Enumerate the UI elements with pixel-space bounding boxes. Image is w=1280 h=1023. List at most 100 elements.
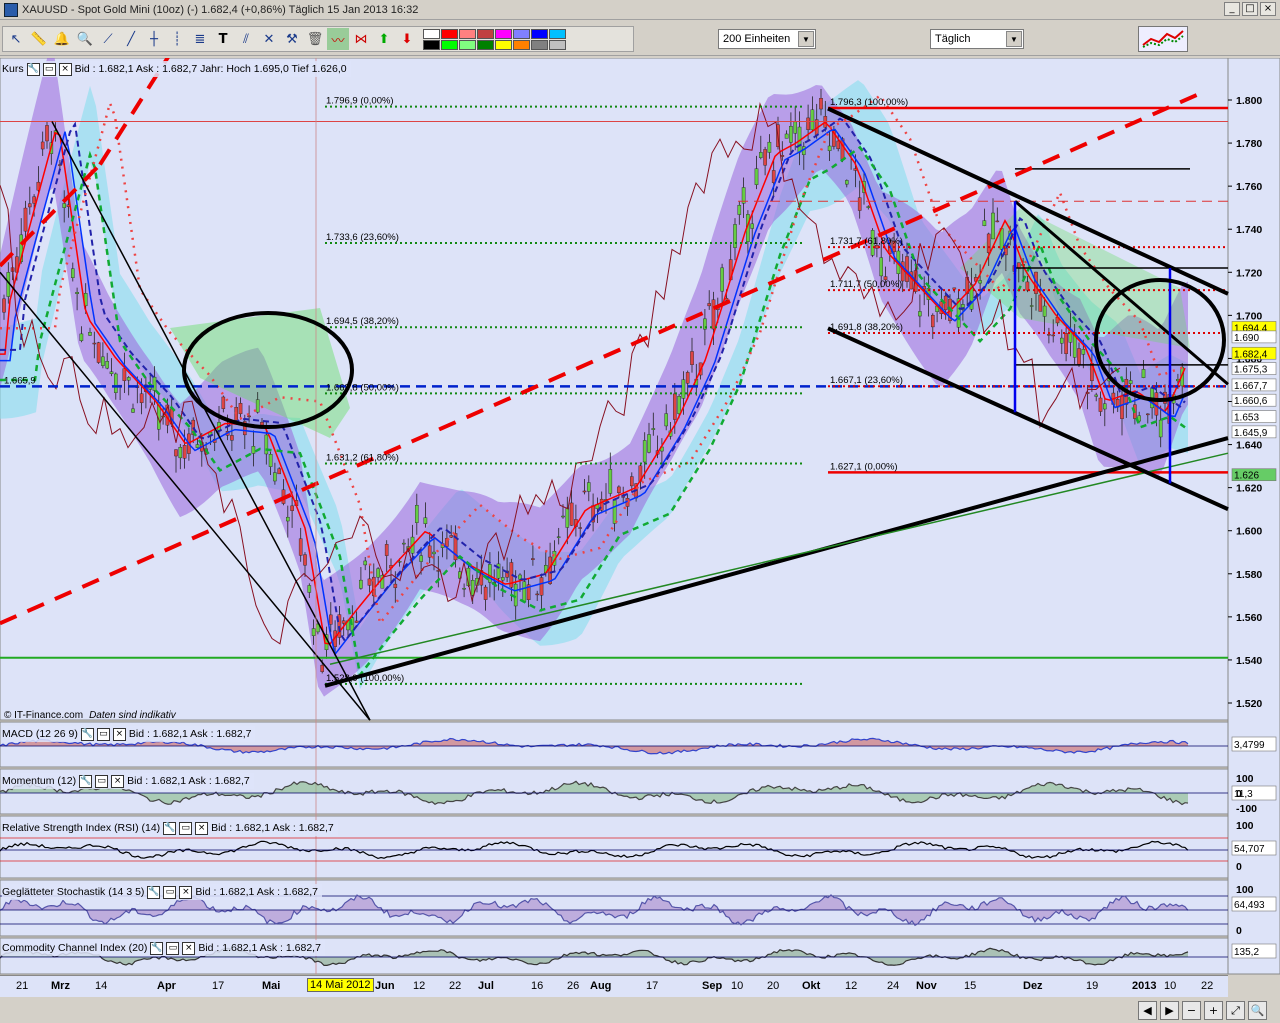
color-swatch[interactable] xyxy=(513,28,530,39)
wrench-icon[interactable]: 🔧 xyxy=(163,821,177,835)
candle-body xyxy=(329,614,333,625)
period-select[interactable]: Täglich ▼ xyxy=(930,29,1024,49)
window-icon[interactable]: ▭ xyxy=(95,774,109,788)
close-icon[interactable]: × xyxy=(112,727,126,741)
candle-body xyxy=(152,376,157,391)
close-icon[interactable]: × xyxy=(58,62,72,76)
zoom-icon[interactable]: 🔍 xyxy=(74,28,96,50)
price-tag-label: 1.675,3 xyxy=(1234,365,1268,376)
arrow-up-icon[interactable]: ⬆ xyxy=(373,28,395,50)
trash-icon[interactable]: 🗑 xyxy=(304,28,326,50)
chevron-down-icon[interactable]: ▼ xyxy=(798,31,814,47)
candle-body xyxy=(879,257,883,277)
arrow-down-icon[interactable]: ⬇ xyxy=(396,28,418,50)
units-select[interactable]: 200 Einheiten ▼ xyxy=(718,29,816,49)
chevron-down-icon[interactable]: ▼ xyxy=(1006,31,1022,47)
candle-body xyxy=(277,468,282,475)
color-swatch[interactable] xyxy=(531,39,548,50)
color-swatch[interactable] xyxy=(477,28,494,39)
zoom-reset-icon[interactable]: ⤢ xyxy=(1226,1000,1245,1020)
chart-canvas[interactable]: 1.796,9 (0,00%) 1.733,6 (23,60%) 1.694,5 (… xyxy=(0,58,1280,998)
candle-body xyxy=(23,207,28,232)
candle-body xyxy=(681,379,686,399)
x-axis: 21 Mrz 14 Apr 17 Mai 14 Mai 2012 Jun 12 22 Jul 16 26… xyxy=(0,975,1228,997)
bell-icon[interactable]: 🔔 xyxy=(51,28,73,50)
color-swatch[interactable] xyxy=(441,28,458,39)
candle-body xyxy=(857,197,862,211)
y-tick-label: 1.740 xyxy=(1236,224,1262,236)
scroll-left-icon[interactable]: ◀ xyxy=(1138,1000,1157,1020)
window-icon[interactable]: ▭ xyxy=(179,821,193,835)
color-swatch[interactable] xyxy=(423,28,440,39)
color-swatch[interactable] xyxy=(495,28,512,39)
candle-body xyxy=(126,377,131,381)
window-icon[interactable]: ▭ xyxy=(96,727,110,741)
candle-body xyxy=(195,444,200,448)
close-icon[interactable]: × xyxy=(195,821,209,835)
channel-icon[interactable]: ⫽ xyxy=(235,28,257,50)
color-swatch[interactable] xyxy=(531,28,548,39)
candle-body xyxy=(32,196,36,204)
candle-body xyxy=(1029,305,1034,307)
candle-body xyxy=(539,577,544,596)
ruler-icon[interactable]: 📏 xyxy=(28,28,50,50)
candle-body xyxy=(780,155,785,157)
line-style-icon[interactable]: 〰 xyxy=(327,28,349,50)
candle-body xyxy=(810,109,815,131)
text-icon[interactable]: T xyxy=(212,28,234,50)
wrench-icon[interactable]: 🔧 xyxy=(79,774,93,788)
close-button[interactable]: × xyxy=(1260,2,1276,16)
toolbar: ↖ 📏 🔔 🔍 ⟋ ╱ ┼ ┊ ≣ T ⫽ ✕ ⚒ 🗑 〰 ⋈ ⬆ ⬇ 200 … xyxy=(0,22,1280,56)
maximize-button[interactable]: □ xyxy=(1242,2,1258,16)
trendline-icon[interactable]: ⟋ xyxy=(97,28,119,50)
cursor-icon[interactable]: ↖ xyxy=(5,28,27,50)
stochastic-pane-header: Geglätteter Stochastik (14 3 5) 🔧 ▭ × Bi… xyxy=(2,884,322,900)
macd-info: Bid : 1.682,1 Ask : 1.682,7 xyxy=(128,728,252,740)
scroll-right-icon[interactable]: ▶ xyxy=(1160,1000,1179,1020)
chart-type-icon[interactable] xyxy=(1138,26,1188,52)
wrench-icon[interactable]: 🔧 xyxy=(26,62,40,76)
candle-body xyxy=(28,203,32,208)
close-icon[interactable]: × xyxy=(111,774,125,788)
indicator-value-label: 64,493 xyxy=(1234,900,1265,911)
crosshair-icon[interactable]: ✕ xyxy=(258,28,280,50)
indicator-value-label: 135,2 xyxy=(1234,947,1259,958)
zoom-out-icon[interactable]: − xyxy=(1182,1000,1201,1020)
close-icon[interactable]: × xyxy=(182,941,196,955)
zoom-in-icon[interactable]: + xyxy=(1204,1000,1223,1020)
candle-body xyxy=(612,499,617,524)
wrench-icon[interactable]: 🔧 xyxy=(80,727,94,741)
color-swatch[interactable] xyxy=(459,39,476,50)
color-swatch[interactable] xyxy=(459,28,476,39)
window-icon[interactable]: ▭ xyxy=(163,885,177,899)
color-swatch[interactable] xyxy=(441,39,458,50)
tools-icon[interactable]: ⚒ xyxy=(281,28,303,50)
horizontal-scrollbar[interactable] xyxy=(0,998,1135,1022)
candle-body xyxy=(264,434,269,455)
regression-icon[interactable]: ⋈ xyxy=(350,28,372,50)
color-swatch[interactable] xyxy=(423,39,440,50)
color-swatch[interactable] xyxy=(549,39,566,50)
minimize-button[interactable]: _ xyxy=(1224,2,1240,16)
magnifier-icon[interactable]: 🔍 xyxy=(1248,1000,1267,1020)
color-swatch[interactable] xyxy=(549,28,566,39)
color-swatch[interactable] xyxy=(495,39,512,50)
y-tick-label: 1.780 xyxy=(1236,138,1262,150)
color-swatch[interactable] xyxy=(477,39,494,50)
candle-body xyxy=(109,371,114,374)
window-icon[interactable]: ▭ xyxy=(42,62,56,76)
title-bar: XAUUSD - Spot Gold Mini (10oz) (-) 1.682… xyxy=(0,0,1280,20)
candle-body xyxy=(268,454,273,467)
horizontal-line-icon[interactable]: ┼ xyxy=(143,28,165,50)
close-icon[interactable]: × xyxy=(179,885,193,899)
window-icon[interactable]: ▭ xyxy=(166,941,180,955)
wrench-icon[interactable]: 🔧 xyxy=(150,941,164,955)
wrench-icon[interactable]: 🔧 xyxy=(147,885,161,899)
fibonacci-icon[interactable]: ≣ xyxy=(189,28,211,50)
vertical-line-icon[interactable]: ┊ xyxy=(166,28,188,50)
fib-left-label: 1.528,9 (100,00%) xyxy=(326,673,404,684)
candle-body xyxy=(535,593,539,596)
ray-icon[interactable]: ╱ xyxy=(120,28,142,50)
candle-body xyxy=(931,314,935,328)
color-swatch[interactable] xyxy=(513,39,530,50)
